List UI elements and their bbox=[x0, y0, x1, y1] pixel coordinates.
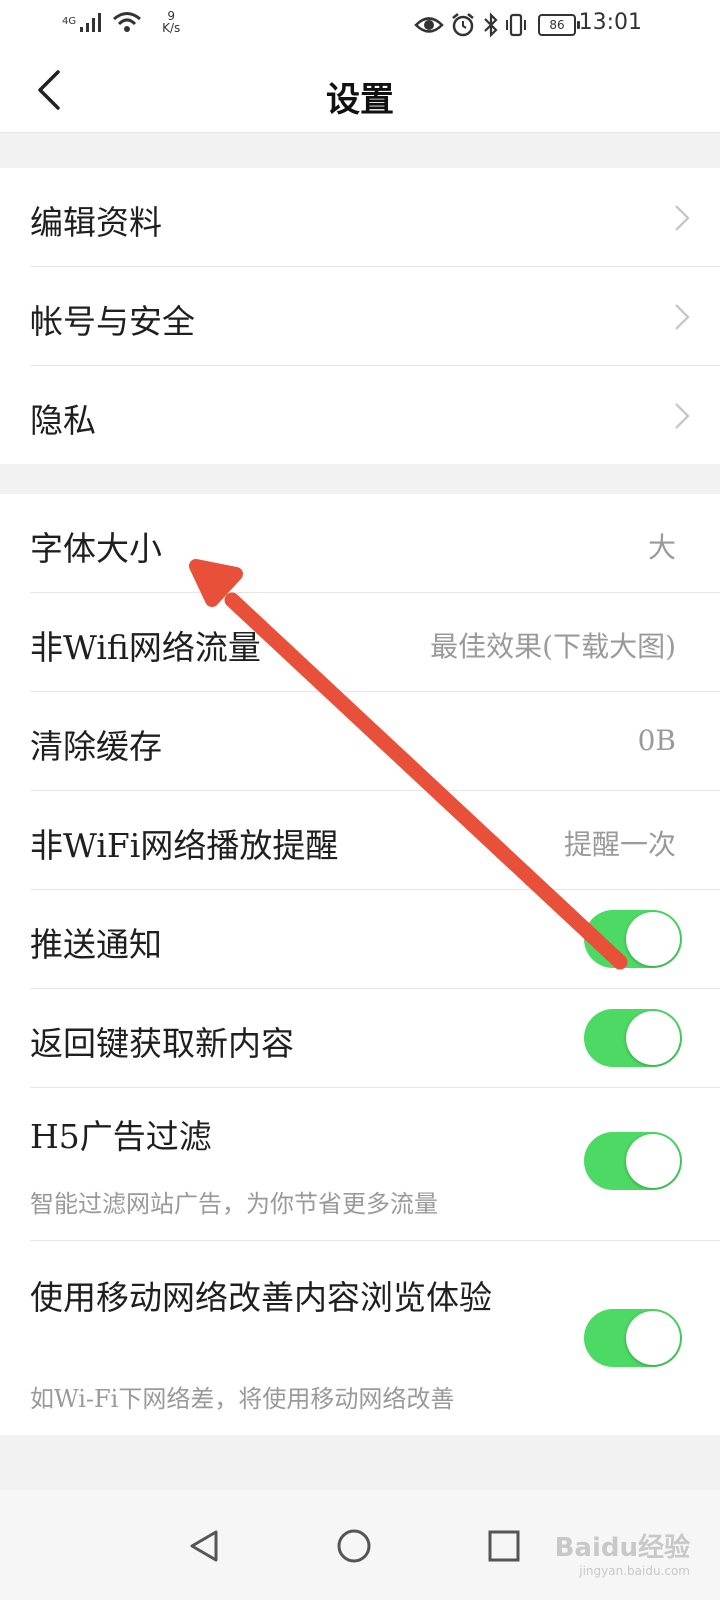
nav-home-icon[interactable] bbox=[334, 1526, 374, 1566]
chevron-right-icon bbox=[675, 403, 690, 429]
bluetooth-icon bbox=[484, 12, 498, 38]
settings-item-push-notifications: 推送通知 bbox=[30, 890, 720, 989]
signal-icon bbox=[80, 13, 102, 32]
page-title: 设置 bbox=[326, 80, 394, 120]
settings-item-label: 返回键获取新内容 bbox=[30, 1024, 294, 1063]
settings-item-privacy[interactable]: 隐私 bbox=[30, 366, 720, 464]
settings-item-clear-cache[interactable]: 清除缓存 0B bbox=[30, 692, 720, 791]
settings-item-description: 智能过滤网站广告，为你节省更多流量 bbox=[30, 1190, 438, 1218]
baidu-watermark: Baidu经验 jingyan.baidu.com bbox=[554, 1533, 690, 1578]
title-bar: 设置 bbox=[0, 50, 720, 133]
settings-item-non-wifi-traffic[interactable]: 非Wifi网络流量 最佳效果(下载大图) bbox=[30, 593, 720, 692]
settings-item-font-size[interactable]: 字体大小 大 bbox=[30, 494, 720, 593]
settings-item-description: 如Wi-Fi下网络差，将使用移动网络改善 bbox=[30, 1385, 455, 1413]
settings-item-label: 帐号与安全 bbox=[30, 302, 195, 341]
settings-item-label: H5广告过滤 bbox=[30, 1117, 212, 1156]
chevron-right-icon bbox=[675, 304, 690, 330]
back-key-refresh-toggle[interactable] bbox=[584, 1009, 682, 1067]
settings-item-value: 大 bbox=[647, 531, 676, 564]
settings-item-label: 使用移动网络改善内容浏览体验 bbox=[30, 1278, 492, 1317]
toggle-knob bbox=[626, 1134, 680, 1188]
network-speed: 9 K/s bbox=[162, 9, 181, 35]
nav-back-icon[interactable] bbox=[184, 1526, 224, 1566]
status-bar: 4G 9 K/s 86 13:01 bbox=[0, 0, 720, 50]
wifi-icon bbox=[113, 12, 142, 32]
network-type: 4G bbox=[62, 16, 77, 27]
push-notifications-toggle[interactable] bbox=[584, 910, 682, 968]
account-settings-group: 编辑资料 帐号与安全 隐私 bbox=[0, 168, 720, 464]
settings-item-account-security[interactable]: 帐号与安全 bbox=[30, 267, 720, 366]
settings-item-value: 最佳效果(下载大图) bbox=[430, 630, 676, 663]
settings-item-edit-profile[interactable]: 编辑资料 bbox=[30, 168, 720, 267]
settings-item-label: 非Wifi网络流量 bbox=[30, 628, 261, 667]
vibrate-icon bbox=[506, 13, 526, 37]
general-settings-group: 字体大小 大 非Wifi网络流量 最佳效果(下载大图) 清除缓存 0B 非WiF… bbox=[0, 494, 720, 1435]
toggle-knob bbox=[626, 1311, 680, 1365]
settings-item-mobile-network-boost: 使用移动网络改善内容浏览体验 如Wi-Fi下网络差，将使用移动网络改善 bbox=[30, 1241, 720, 1435]
mobile-network-boost-toggle[interactable] bbox=[584, 1309, 682, 1367]
nav-recents-icon[interactable] bbox=[484, 1526, 524, 1566]
settings-item-value: 0B bbox=[637, 724, 676, 757]
settings-item-label: 字体大小 bbox=[30, 529, 162, 568]
settings-item-label: 编辑资料 bbox=[30, 203, 162, 242]
settings-item-label: 非WiFi网络播放提醒 bbox=[30, 826, 339, 865]
toggle-knob bbox=[626, 912, 680, 966]
system-nav-bar: Baidu经验 jingyan.baidu.com bbox=[0, 1490, 720, 1600]
battery-icon: 86 bbox=[538, 14, 580, 36]
settings-item-label: 推送通知 bbox=[30, 925, 162, 964]
settings-item-h5-ad-filter: H5广告过滤 智能过滤网站广告，为你节省更多流量 bbox=[30, 1088, 720, 1241]
eye-icon bbox=[414, 17, 444, 33]
settings-item-back-key-refresh: 返回键获取新内容 bbox=[30, 989, 720, 1088]
toggle-knob bbox=[626, 1011, 680, 1065]
settings-item-value: 提醒一次 bbox=[563, 828, 676, 861]
chevron-right-icon bbox=[675, 205, 690, 231]
settings-item-non-wifi-play-reminder[interactable]: 非WiFi网络播放提醒 提醒一次 bbox=[30, 791, 720, 890]
settings-item-label: 清除缓存 bbox=[30, 727, 162, 766]
clock: 13:01 bbox=[578, 10, 642, 35]
alarm-icon bbox=[452, 13, 474, 37]
settings-item-label: 隐私 bbox=[30, 401, 96, 440]
h5-ad-filter-toggle[interactable] bbox=[584, 1132, 682, 1190]
